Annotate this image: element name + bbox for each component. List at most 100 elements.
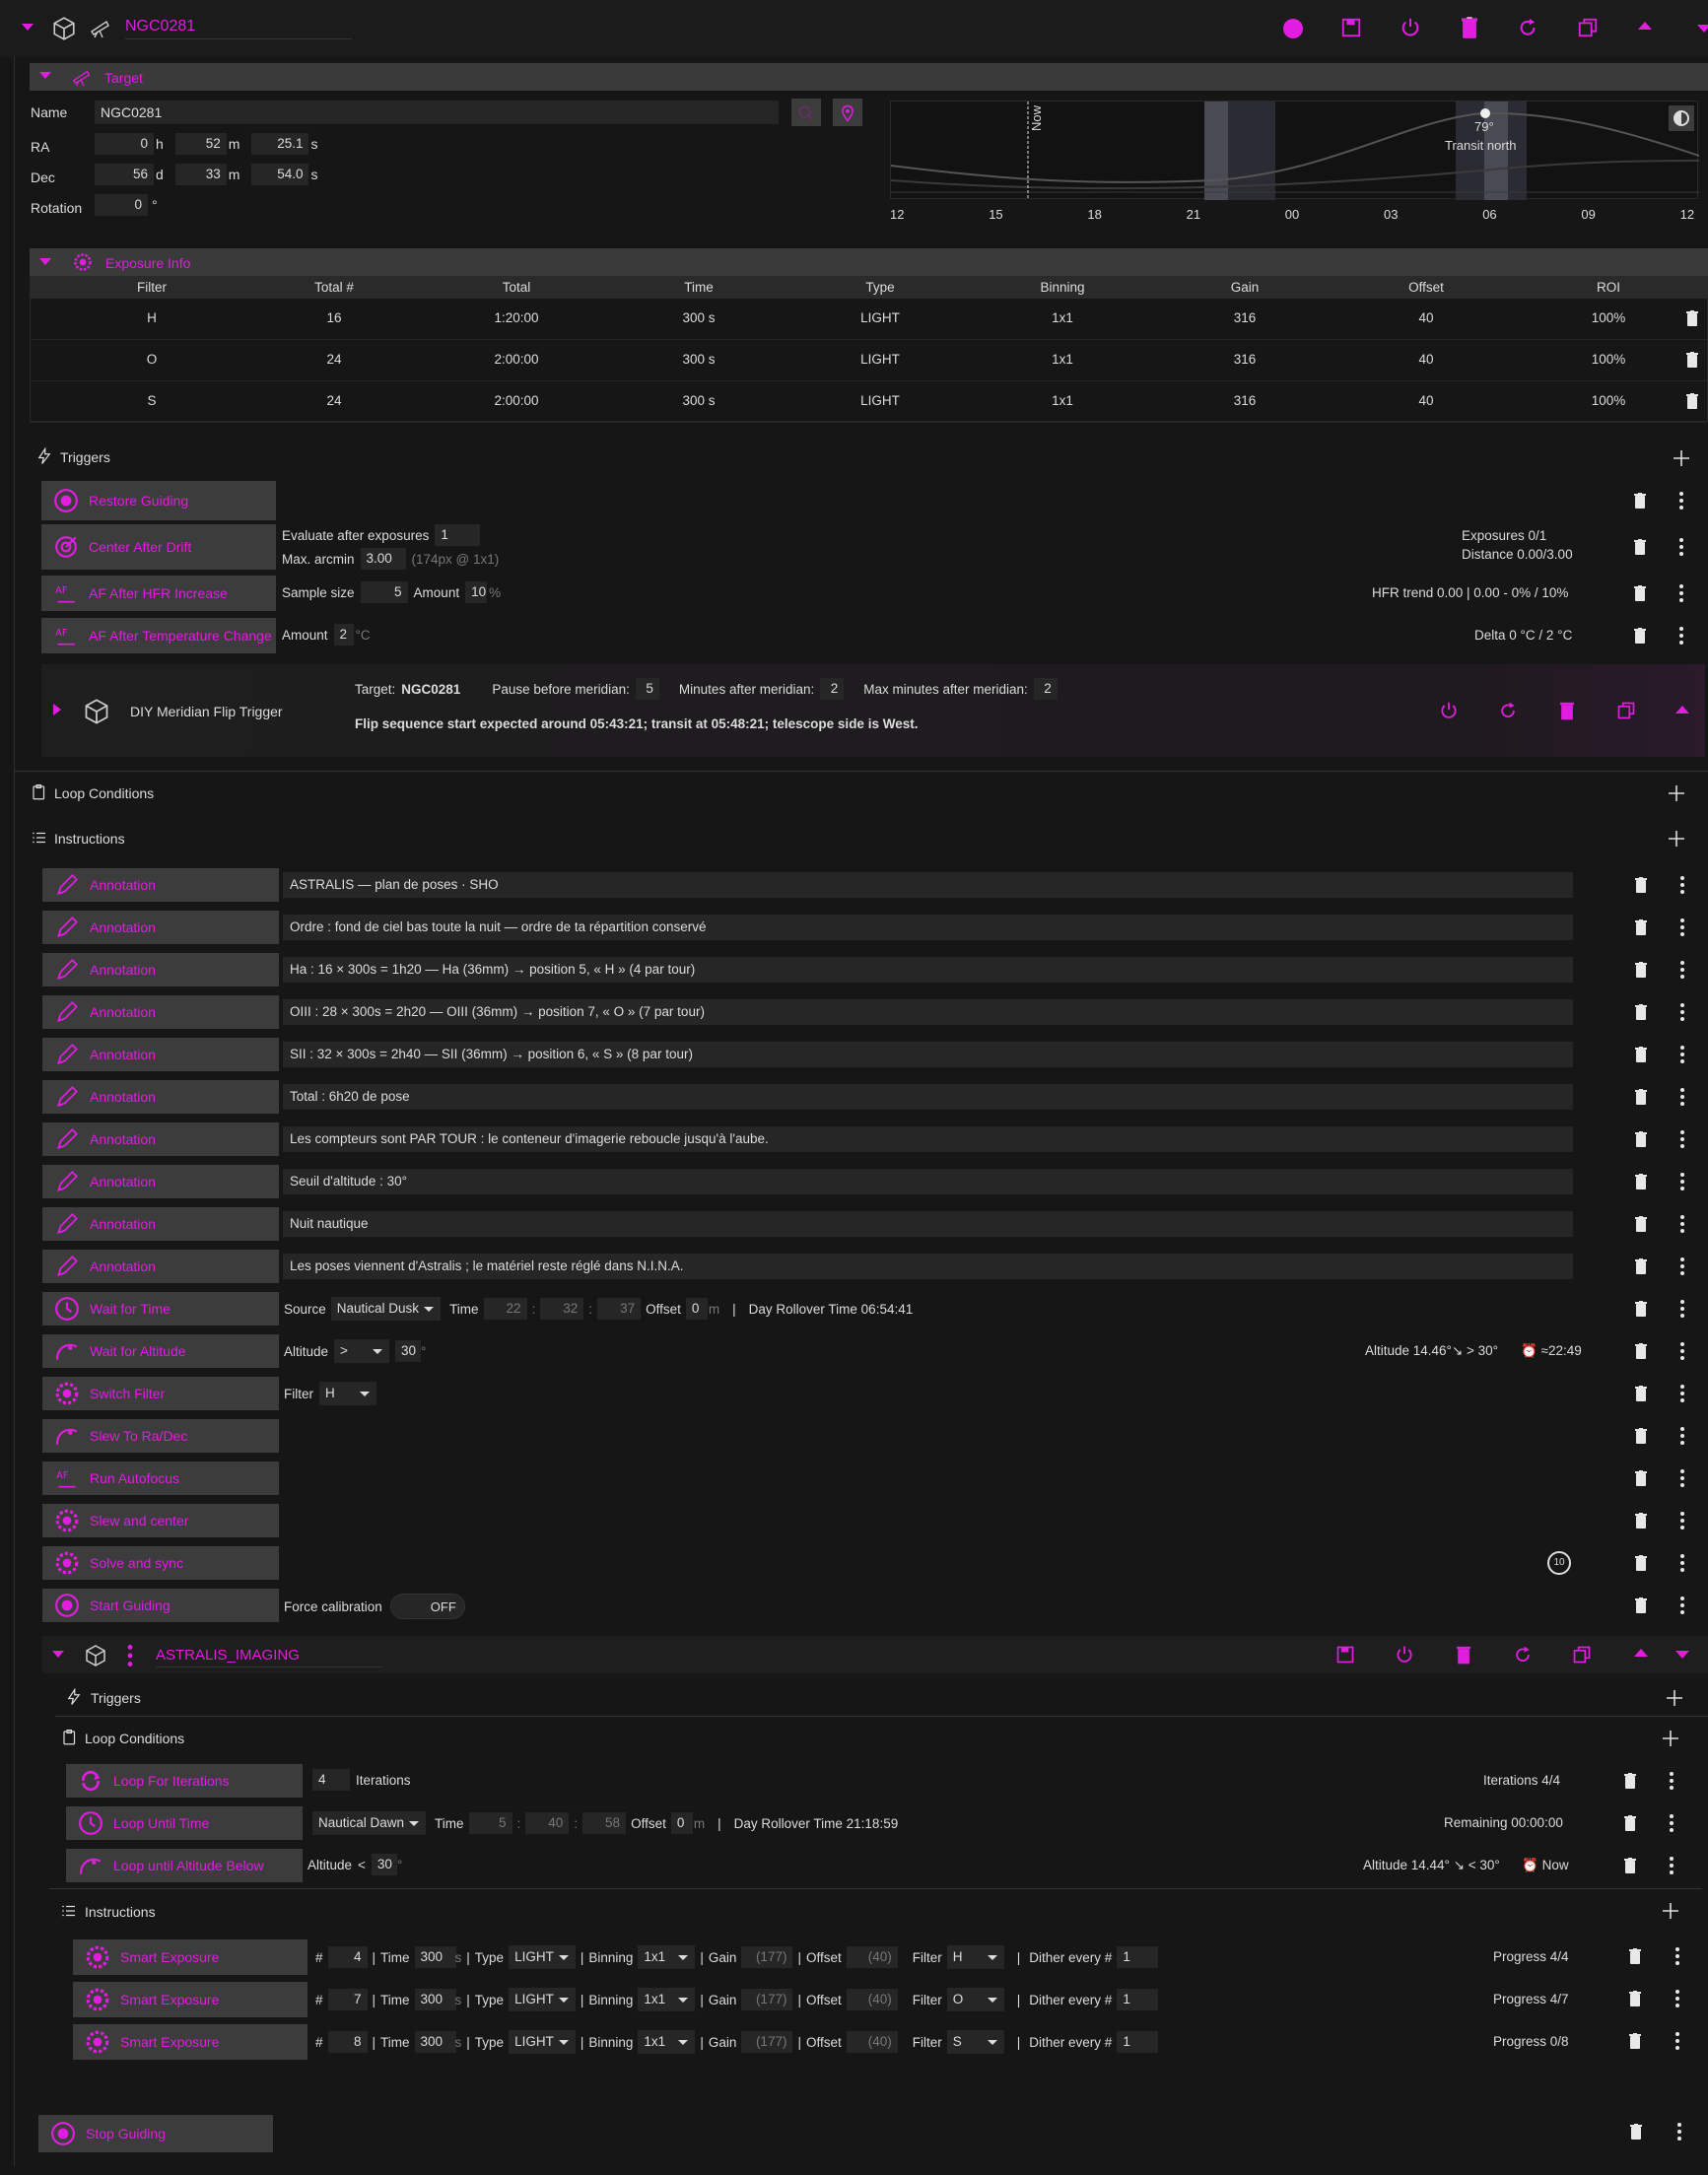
eval-after-input[interactable]: 1	[435, 524, 481, 546]
delete-instruction-icon[interactable]	[1635, 919, 1647, 935]
temp-amount-input[interactable]: 2	[333, 624, 354, 646]
ra-hours-input[interactable]: 0	[95, 133, 154, 155]
add-loop-condition-icon[interactable]	[1662, 1730, 1679, 1747]
more-loop-condition-icon[interactable]	[1670, 1772, 1674, 1790]
smart-exposure-tag[interactable]: Smart Exposure	[73, 1982, 307, 2017]
dither-input[interactable]: 1	[1117, 2031, 1159, 2053]
loop-until-altitude-row[interactable]: Loop until Altitude Below Altitude < 30 ° …	[66, 1849, 1702, 1882]
delete-smart-exposure-icon[interactable]	[1629, 1948, 1641, 1964]
delete-center-after-drift-icon[interactable]	[1634, 539, 1646, 555]
max-arcmin-input[interactable]: 3.00	[360, 548, 406, 570]
delete-exposure-icon[interactable]	[1686, 310, 1698, 326]
delete-instruction-icon[interactable]	[1635, 962, 1647, 978]
annotation-text-field[interactable]: Ha : 16 × 300s = 1h20 — Ha (36mm) → posi…	[283, 957, 1573, 983]
rotation-input[interactable]: 0	[95, 194, 148, 216]
slew-tag[interactable]: Slew To Ra/Dec	[42, 1419, 279, 1453]
offset-input[interactable]: 0	[685, 1298, 708, 1320]
dec-seconds-input[interactable]: 54.0	[251, 164, 309, 185]
loop-altitude-tag[interactable]: Loop until Altitude Below	[66, 1849, 303, 1882]
af-hfr-tag[interactable]: AF After HFR Increase	[41, 576, 276, 611]
af-temp-tag[interactable]: AF After Temperature Change	[41, 618, 276, 653]
delete-icon[interactable]	[1462, 17, 1477, 38]
location-button[interactable]	[833, 99, 862, 126]
smart-exposure-row[interactable]: Smart Exposure #7 | Time 300 s | Type LIGHT | Binn…	[73, 1982, 1699, 2017]
annotation-text-field[interactable]: Total : 6h20 de pose	[283, 1084, 1573, 1110]
diy-pause-input[interactable]: 5	[635, 678, 659, 700]
loop-minutes-input[interactable]: 40	[525, 1812, 570, 1834]
loop-hours-input[interactable]: 5	[468, 1812, 512, 1834]
delete-loop-condition-icon[interactable]	[1624, 1858, 1636, 1873]
add-trigger-icon[interactable]	[1666, 1689, 1683, 1707]
delete-af-hfr-icon[interactable]	[1634, 585, 1646, 601]
more-smart-exposure-icon[interactable]	[1675, 2032, 1679, 2050]
annotation-text-field[interactable]: ASTRALIS — plan de poses · SHO	[283, 872, 1573, 898]
power-icon[interactable]	[1400, 17, 1421, 38]
gain-input[interactable]: (177)	[741, 1989, 793, 2010]
time-input[interactable]: 300	[414, 1946, 456, 1968]
instruction-autofocus[interactable]: Run Autofocus	[42, 1461, 1708, 1495]
more-smart-exposure-icon[interactable]	[1675, 1947, 1679, 1965]
loop-until-time-tag[interactable]: Loop Until Time	[66, 1806, 303, 1840]
filter-select[interactable]: O	[946, 1988, 1004, 2011]
annotation-row[interactable]: Annotation Les poses viennent d'Astralis …	[42, 1250, 1708, 1283]
loop-iterations-tag[interactable]: Loop For Iterations	[66, 1764, 303, 1798]
collapse-chevron-icon[interactable]	[22, 24, 34, 36]
autofocus-tag[interactable]: Run Autofocus	[42, 1461, 279, 1495]
delete-smart-exposure-icon[interactable]	[1629, 2033, 1641, 2049]
delete-instruction-icon[interactable]	[1635, 1131, 1647, 1147]
type-select[interactable]: LIGHT	[509, 2030, 576, 2054]
delete-instruction-icon[interactable]	[1635, 1174, 1647, 1189]
delete-loop-condition-icon[interactable]	[1624, 1773, 1636, 1789]
exposure-info-header[interactable]	[30, 248, 1708, 276]
time-input[interactable]: 300	[414, 2031, 456, 2053]
wait-for-time-tag[interactable]: Wait for Time	[42, 1292, 279, 1325]
duplicate-icon[interactable]	[1572, 1645, 1592, 1665]
trigger-restore-guiding[interactable]: Restore Guiding	[41, 481, 1707, 520]
time-input[interactable]: 300	[414, 1989, 456, 2010]
collapse-chevron-icon[interactable]	[39, 258, 51, 271]
annotation-text-field[interactable]: OIII : 28 × 300s = 2h20 — OIII (36mm) → …	[283, 999, 1573, 1025]
type-select[interactable]: LIGHT	[509, 1988, 576, 2011]
trigger-center-after-drift[interactable]: Center After Drift Evaluate after exposu…	[41, 524, 1707, 570]
delete-instruction-icon[interactable]	[1635, 1513, 1647, 1529]
more-instruction-icon[interactable]	[1680, 1342, 1684, 1360]
start-guiding-row[interactable]: Start Guiding Force calibration OFF	[42, 1589, 1708, 1622]
delete-restore-guiding-icon[interactable]	[1634, 493, 1646, 509]
delete-instruction-icon[interactable]	[1635, 1004, 1647, 1020]
move-up-icon[interactable]	[1675, 706, 1689, 714]
delete-icon[interactable]	[1457, 1645, 1470, 1665]
delete-instruction-icon[interactable]	[1635, 1343, 1647, 1359]
switch-filter-tag[interactable]: Switch Filter	[42, 1377, 279, 1410]
more-instruction-icon[interactable]	[1680, 1385, 1684, 1402]
more-instruction-icon[interactable]	[1680, 1215, 1684, 1233]
move-up-icon[interactable]	[1638, 22, 1652, 30]
search-coordinates-button[interactable]	[791, 99, 821, 126]
annotation-row[interactable]: Annotation OIII : 28 × 300s = 2h20 — OIII…	[42, 995, 1708, 1029]
stop-guiding-row[interactable]: Stop Guiding	[38, 2115, 1708, 2152]
more-instruction-icon[interactable]	[1680, 1554, 1684, 1572]
more-af-temp-icon[interactable]	[1679, 627, 1683, 645]
annotation-tag[interactable]: Annotation	[42, 1207, 279, 1241]
wait-for-altitude-row[interactable]: Wait for Altitude Altitude > 30 ° Altitude…	[42, 1334, 1708, 1368]
annotation-tag[interactable]: Annotation	[42, 911, 279, 944]
smart-exposure-tag[interactable]: Smart Exposure	[73, 1939, 307, 1975]
time-hours-input[interactable]: 22	[483, 1298, 527, 1320]
annotation-tag[interactable]: Annotation	[42, 953, 279, 986]
smart-exposure-tag[interactable]: Smart Exposure	[73, 2024, 307, 2060]
annotation-row[interactable]: Annotation SII : 32 × 300s = 2h40 — SII (…	[42, 1038, 1708, 1071]
delete-instruction-icon[interactable]	[1635, 1258, 1647, 1274]
delete-instruction-icon[interactable]	[1635, 1555, 1647, 1571]
altitude-comparator-select[interactable]: >	[334, 1339, 390, 1363]
more-instruction-icon[interactable]	[1680, 876, 1684, 894]
delete-instruction-icon[interactable]	[1635, 877, 1647, 893]
time-minutes-input[interactable]: 32	[540, 1298, 584, 1320]
switch-filter-row[interactable]: Switch Filter Filter H	[42, 1377, 1708, 1410]
more-restore-guiding-icon[interactable]	[1679, 492, 1683, 510]
more-smart-exposure-icon[interactable]	[1675, 1990, 1679, 2007]
more-instruction-icon[interactable]	[1680, 1257, 1684, 1275]
reset-icon[interactable]	[1517, 17, 1538, 38]
type-select[interactable]: LIGHT	[509, 1945, 576, 1969]
delete-smart-exposure-icon[interactable]	[1629, 1991, 1641, 2006]
more-af-hfr-icon[interactable]	[1679, 584, 1683, 602]
offset-input[interactable]: (40)	[846, 2031, 898, 2053]
